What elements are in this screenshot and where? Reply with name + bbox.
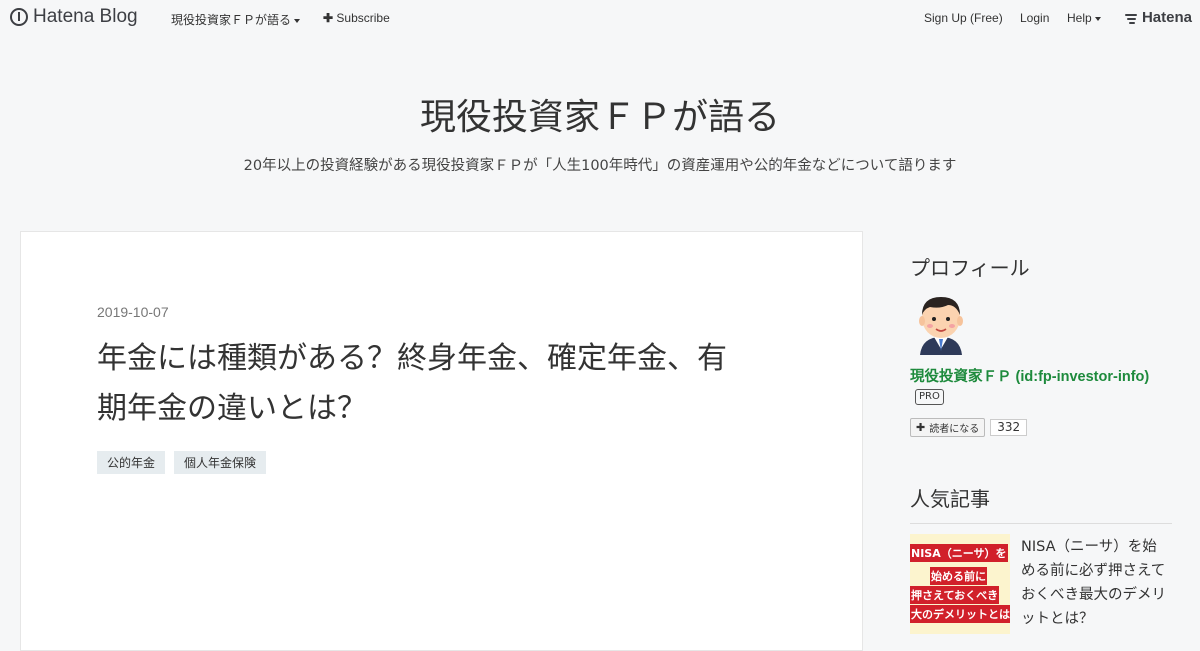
avatar-illustration bbox=[919, 297, 963, 355]
entry-title[interactable]: 年金には種類がある？終身年金、確定年金、有 期年金の違いとは？ bbox=[97, 334, 797, 434]
sidebar: プロフィール 現役投資家ＦＰ (id:fp-investor-info) PRO… bbox=[893, 231, 1183, 651]
subscriber-count[interactable]: 332 bbox=[990, 419, 1028, 436]
divider bbox=[910, 523, 1172, 524]
thumb-text: 押さえておくべき bbox=[910, 586, 1000, 604]
hatena-blog-logo[interactable]: Hatena Blog bbox=[10, 6, 138, 28]
plus-icon: ✚ bbox=[323, 11, 334, 25]
subscribe-button[interactable]: ✚ Subscribe bbox=[323, 11, 390, 25]
entry-card: 2019-10-07 年金には種類がある？終身年金、確定年金、有 期年金の違いと… bbox=[20, 231, 863, 651]
entry-date[interactable]: 2019-10-07 bbox=[97, 304, 169, 320]
blog-title[interactable]: 現役投資家ＦＰが語る bbox=[0, 88, 1200, 140]
profile-name-link[interactable]: 現役投資家ＦＰ (id:fp-investor-info) bbox=[910, 365, 1149, 386]
blog-menu[interactable]: 現役投資家ＦＰが語る bbox=[171, 11, 301, 28]
caret-down-icon bbox=[294, 18, 301, 23]
blog-menu-label: 現役投資家ＦＰが語る bbox=[171, 13, 292, 27]
reader-subscribe-button[interactable]: ✚ 読者になる bbox=[910, 418, 986, 437]
reader-subscribe-label: 読者になる bbox=[929, 424, 980, 435]
subscribe-widget: ✚ 読者になる 332 bbox=[910, 418, 1028, 437]
caret-down-icon bbox=[1094, 16, 1101, 21]
login-link[interactable]: Login bbox=[1020, 11, 1049, 25]
category-tag[interactable]: 個人年金保険 bbox=[174, 451, 267, 474]
thumb-text: 大のデメリットとは bbox=[910, 605, 1010, 623]
hatena-logo[interactable]: Hatena bbox=[1124, 9, 1192, 26]
thumb-text: 始める前に bbox=[930, 567, 987, 585]
hatena-blog-icon bbox=[10, 8, 28, 26]
pro-badge[interactable]: PRO bbox=[915, 389, 944, 405]
help-label: Help bbox=[1067, 11, 1092, 25]
help-menu[interactable]: Help bbox=[1067, 11, 1101, 25]
popular-heading: 人気記事 bbox=[910, 487, 990, 511]
subscribe-label: Subscribe bbox=[336, 11, 390, 25]
signup-link[interactable]: Sign Up (Free) bbox=[924, 11, 1003, 25]
profile-heading: プロフィール bbox=[910, 256, 1030, 280]
avatar[interactable] bbox=[910, 291, 972, 355]
logo-text: Hatena Blog bbox=[33, 6, 138, 27]
hatena-logo-text: Hatena bbox=[1141, 9, 1192, 26]
global-header: Hatena Blog 現役投資家ＦＰが語る ✚ Subscribe Sign … bbox=[0, 0, 1200, 36]
entry-title-line: 期年金の違いとは？ bbox=[97, 391, 367, 426]
popular-entry-thumbnail[interactable]: NISA（ニーサ）を 始める前に 押さえておくべき 大のデメリットとは bbox=[910, 534, 1010, 634]
blog-description: 20年以上の投資経験がある現役投資家ＦＰが「人生100年時代」の資産運用や公的年… bbox=[243, 158, 957, 174]
category-tag[interactable]: 公的年金 bbox=[97, 451, 166, 474]
hatena-mark-icon bbox=[1124, 13, 1139, 24]
plus-icon: ✚ bbox=[916, 421, 926, 434]
popular-entry-title[interactable]: NISA（ニーサ）を始める前に必ず押さえておくべき最大のデメリットとは？ bbox=[1021, 535, 1166, 631]
thumb-text: NISA（ニーサ）を bbox=[910, 544, 1008, 562]
entry-categories: 公的年金 個人年金保険 bbox=[97, 451, 267, 474]
entry-title-line: 年金には種類がある？終身年金、確定年金、有 bbox=[97, 341, 727, 376]
